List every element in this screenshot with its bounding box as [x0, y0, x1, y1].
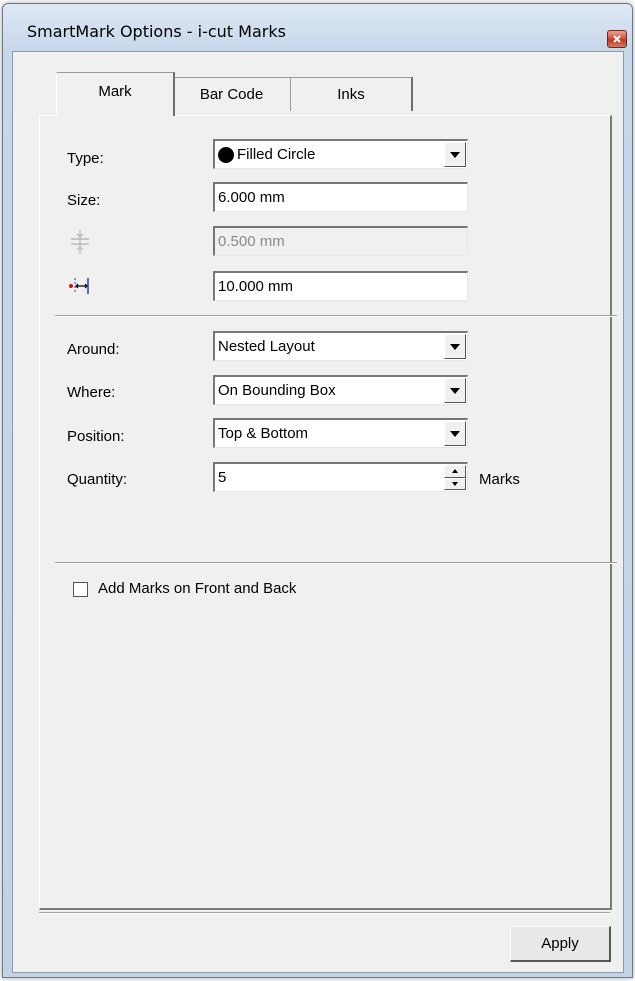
where-dropdown-arrow[interactable]: [444, 378, 466, 403]
footer-separator: [39, 912, 610, 914]
tab-mark[interactable]: Mark: [56, 72, 175, 116]
tab-strip: Mark Bar Code Inks: [13, 52, 623, 122]
position-dropdown[interactable]: Top & Bottom: [213, 418, 468, 448]
size-label: Size:: [67, 192, 101, 209]
chevron-down-icon: [450, 151, 460, 158]
mark-tab-panel: Type: Filled Circle Size: 6.000 mm 0.500…: [39, 115, 617, 910]
distance-input[interactable]: 10.000 mm: [213, 271, 468, 301]
type-label: Type:: [67, 150, 104, 167]
separator: [55, 562, 617, 564]
quantity-unit-label: Marks: [479, 471, 520, 488]
tab-bar-code[interactable]: Bar Code: [172, 77, 292, 111]
filled-circle-icon: [218, 146, 234, 163]
close-button[interactable]: [607, 30, 627, 48]
type-dropdown-arrow[interactable]: [444, 142, 466, 167]
dialog-client-area: Mark Bar Code Inks Type: Filled Circle S…: [12, 51, 624, 973]
where-dropdown[interactable]: On Bounding Box: [213, 375, 468, 405]
crosshair-offset-icon: [71, 230, 89, 254]
around-dropdown-arrow[interactable]: [444, 334, 466, 359]
position-label: Position:: [67, 428, 125, 445]
where-label: Where:: [67, 384, 116, 401]
quantity-label: Quantity:: [67, 471, 128, 488]
front-back-label[interactable]: Add Marks on Front and Back: [98, 580, 296, 597]
window-title: SmartMark Options - i-cut Marks: [27, 22, 286, 41]
chevron-down-icon: [450, 387, 460, 394]
front-back-checkbox[interactable]: [73, 582, 88, 597]
quantity-increment-button[interactable]: [444, 465, 466, 478]
chevron-down-icon: [450, 430, 460, 437]
around-label: Around:: [67, 341, 120, 358]
type-dropdown[interactable]: Filled Circle: [213, 139, 468, 169]
type-value: Filled Circle: [237, 146, 316, 163]
separator: [55, 315, 617, 317]
title-bar[interactable]: SmartMark Options - i-cut Marks: [3, 4, 632, 48]
apply-button[interactable]: Apply: [510, 926, 611, 962]
arrow-up-icon: [452, 469, 458, 474]
position-dropdown-arrow[interactable]: [444, 421, 466, 446]
size-input[interactable]: 6.000 mm: [213, 182, 468, 212]
quantity-decrement-button[interactable]: [444, 477, 466, 490]
around-dropdown[interactable]: Nested Layout: [213, 331, 468, 361]
horizontal-distance-icon: [69, 278, 89, 294]
dialog-window: SmartMark Options - i-cut Marks Mark Bar…: [2, 3, 633, 978]
offset-input: 0.500 mm: [213, 226, 468, 256]
tab-inks[interactable]: Inks: [290, 77, 413, 111]
arrow-down-icon: [452, 481, 458, 486]
chevron-down-icon: [450, 343, 460, 350]
quantity-spinner[interactable]: [444, 465, 466, 490]
quantity-stepper[interactable]: 5: [213, 462, 468, 492]
close-icon: [613, 35, 621, 43]
